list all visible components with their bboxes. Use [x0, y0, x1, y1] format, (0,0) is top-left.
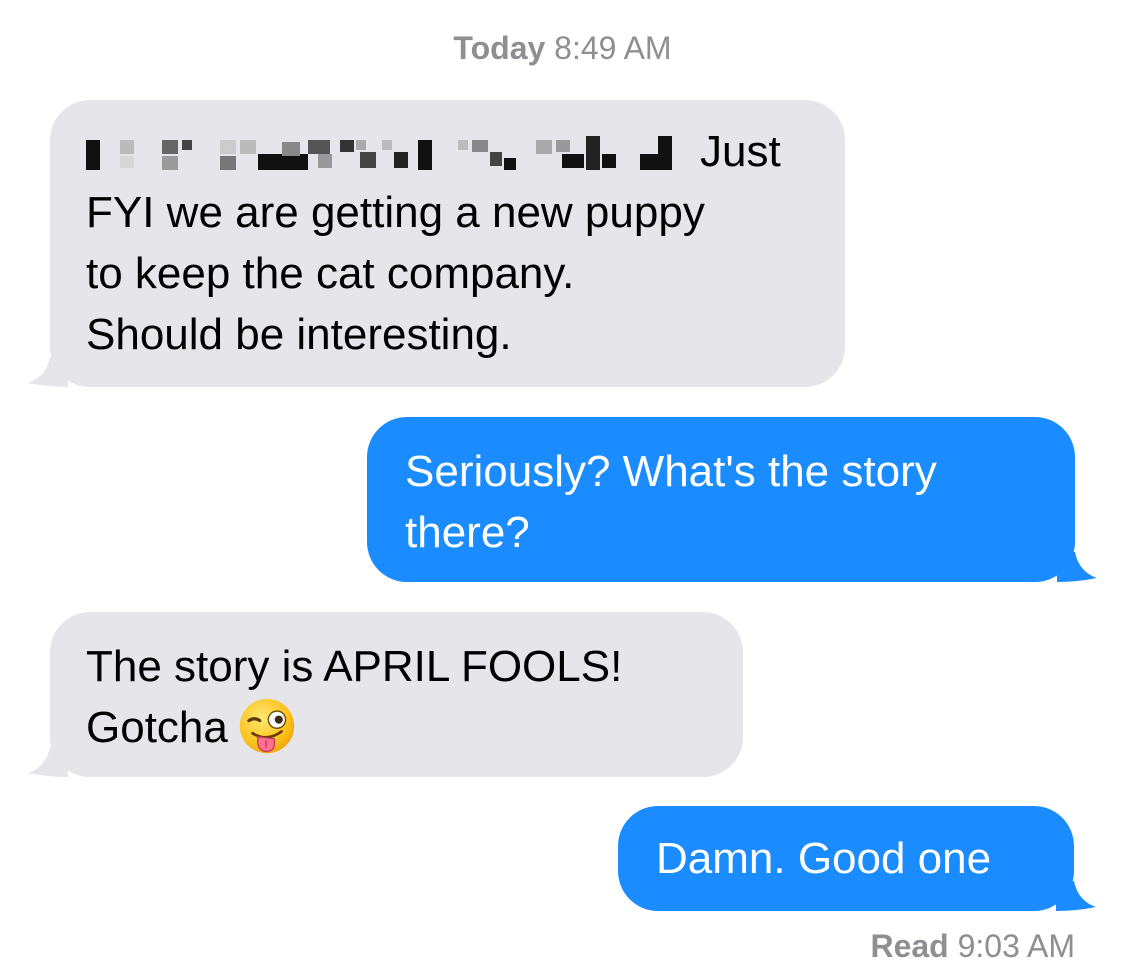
- message-line: Should be interesting.: [86, 310, 512, 359]
- message-line: there?: [405, 508, 530, 557]
- read-receipt-time: 9:03 AM: [957, 928, 1075, 964]
- conversation-timestamp: Today 8:49 AM: [0, 30, 1125, 67]
- message-line: Just: [86, 121, 815, 182]
- outgoing-message-bubble[interactable]: Damn. Good one: [618, 806, 1096, 911]
- outgoing-message-bubble[interactable]: Seriously? What's the story there?: [367, 417, 1097, 582]
- bubble-tail: [1057, 552, 1097, 582]
- message-line: The story is APRIL FOOLS!: [86, 642, 623, 691]
- read-receipt-label: Read: [870, 928, 949, 964]
- bubble-tail: [28, 357, 68, 387]
- message-line: Gotcha: [86, 697, 713, 759]
- message-line: Damn. Good one: [656, 834, 992, 883]
- timestamp-time: 8:49 AM: [554, 30, 672, 66]
- winking-face-with-tongue-icon: [239, 699, 295, 754]
- bubble-tail: [1056, 881, 1096, 911]
- timestamp-day: Today: [453, 30, 546, 66]
- message-line: to keep the cat company.: [86, 249, 575, 298]
- message-line: FYI we are getting a new puppy: [86, 188, 705, 237]
- redacted-text: [86, 136, 686, 172]
- incoming-message-bubble[interactable]: The story is APRIL FOOLS! Gotcha: [28, 612, 743, 777]
- message-line: Seriously? What's the story: [405, 447, 937, 496]
- read-receipt: Read 9:03 AM: [870, 928, 1075, 965]
- bubble-tail: [28, 747, 68, 777]
- incoming-message-bubble[interactable]: Just FYI we are getting a new puppy to k…: [28, 100, 845, 387]
